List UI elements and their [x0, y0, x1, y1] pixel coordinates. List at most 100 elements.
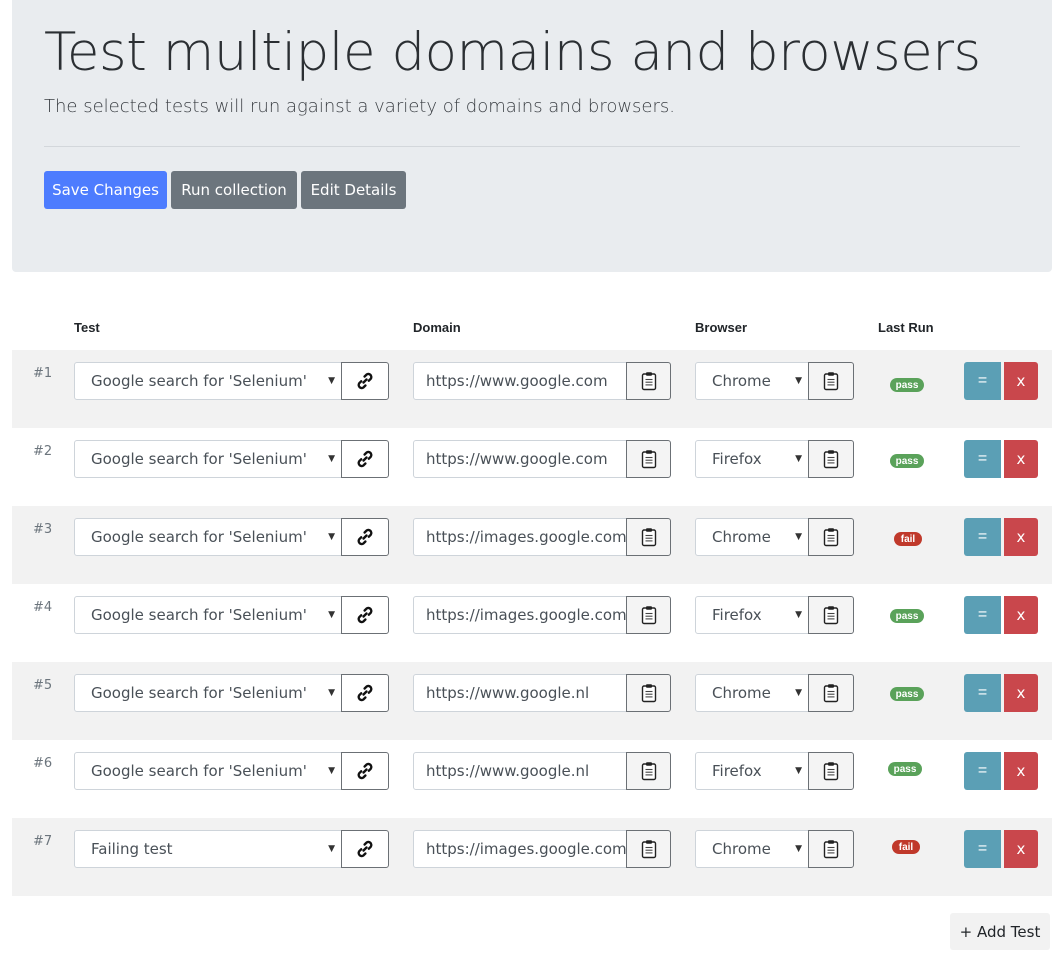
row-number: #7	[33, 834, 53, 849]
link-icon	[355, 683, 375, 703]
delete-row-button[interactable]: x	[1004, 674, 1038, 712]
link-icon	[355, 371, 375, 391]
browser-select[interactable]: Chrome ▼	[695, 674, 809, 712]
copy-domain-button[interactable]	[626, 830, 671, 868]
delete-row-button[interactable]: x	[1004, 518, 1038, 556]
delete-row-button[interactable]: x	[1004, 440, 1038, 478]
reorder-button[interactable]: =	[964, 362, 1001, 400]
save-changes-button[interactable]: Save Changes	[44, 171, 167, 209]
domain-input[interactable]: https://images.google.com	[413, 518, 627, 556]
domain-input[interactable]: https://images.google.com	[413, 596, 627, 634]
open-test-link-button[interactable]	[341, 752, 389, 790]
reorder-button[interactable]: =	[964, 674, 1001, 712]
browser-select[interactable]: Firefox ▼	[695, 440, 809, 478]
reorder-button[interactable]: =	[964, 830, 1001, 868]
clipboard-icon	[823, 683, 839, 703]
browser-select[interactable]: Chrome ▼	[695, 830, 809, 868]
caret-down-icon: ▼	[328, 532, 335, 542]
open-test-link-button[interactable]	[341, 674, 389, 712]
column-header-last-run: Last Run	[878, 320, 934, 335]
page-description: The selected tests will run against a va…	[44, 96, 676, 117]
copy-browser-button[interactable]	[808, 674, 854, 712]
open-test-link-button[interactable]	[341, 440, 389, 478]
caret-down-icon: ▼	[328, 688, 335, 698]
browser-select[interactable]: Chrome ▼	[695, 362, 809, 400]
open-test-link-button[interactable]	[341, 830, 389, 868]
copy-browser-button[interactable]	[808, 596, 854, 634]
caret-down-icon: ▼	[795, 376, 802, 386]
copy-domain-button[interactable]	[626, 518, 671, 556]
domain-input[interactable]: https://www.google.com	[413, 362, 627, 400]
table-row: #3 Google search for 'Selenium' ▼ https://i…	[12, 506, 1052, 584]
open-test-link-button[interactable]	[341, 518, 389, 556]
edit-details-button[interactable]: Edit Details	[301, 171, 406, 209]
copy-browser-button[interactable]	[808, 830, 854, 868]
browser-select-value: Chrome	[712, 684, 771, 702]
clipboard-icon	[641, 839, 657, 859]
test-select[interactable]: Failing test ▼	[74, 830, 342, 868]
domain-input[interactable]: https://www.google.com	[413, 440, 627, 478]
link-icon	[355, 527, 375, 547]
status-badge: pass	[890, 454, 924, 468]
test-select[interactable]: Google search for 'Selenium' ▼	[74, 518, 342, 556]
clipboard-icon	[641, 605, 657, 625]
caret-down-icon: ▼	[328, 376, 335, 386]
reorder-button[interactable]: =	[964, 518, 1001, 556]
browser-select[interactable]: Chrome ▼	[695, 518, 809, 556]
delete-row-button[interactable]: x	[1004, 596, 1038, 634]
domain-input-value: https://www.google.nl	[426, 684, 590, 702]
reorder-button[interactable]: =	[964, 752, 1001, 790]
reorder-button[interactable]: =	[964, 596, 1001, 634]
copy-browser-button[interactable]	[808, 518, 854, 556]
row-number: #1	[33, 366, 53, 381]
copy-browser-button[interactable]	[808, 440, 854, 478]
table-row: #5 Google search for 'Selenium' ▼ https://w…	[12, 662, 1052, 740]
domain-input[interactable]: https://www.google.nl	[413, 752, 627, 790]
delete-row-button[interactable]: x	[1004, 752, 1038, 790]
test-select[interactable]: Google search for 'Selenium' ▼	[74, 752, 342, 790]
copy-browser-button[interactable]	[808, 752, 854, 790]
browser-select[interactable]: Firefox ▼	[695, 596, 809, 634]
clipboard-icon	[823, 527, 839, 547]
copy-domain-button[interactable]	[626, 440, 671, 478]
clipboard-icon	[641, 761, 657, 781]
copy-browser-button[interactable]	[808, 362, 854, 400]
test-select-value: Google search for 'Selenium'	[91, 762, 307, 780]
copy-domain-button[interactable]	[626, 674, 671, 712]
test-select[interactable]: Google search for 'Selenium' ▼	[74, 674, 342, 712]
caret-down-icon: ▼	[795, 454, 802, 464]
test-select-value: Failing test	[91, 840, 173, 858]
status-badge: fail	[892, 840, 920, 854]
domain-input[interactable]: https://www.google.nl	[413, 674, 627, 712]
page-header: Test multiple domains and browsers The s…	[12, 0, 1052, 272]
copy-domain-button[interactable]	[626, 752, 671, 790]
table-row: #7 Failing test ▼ https://images.google.com…	[12, 818, 1052, 896]
test-select-value: Google search for 'Selenium'	[91, 528, 307, 546]
test-select[interactable]: Google search for 'Selenium' ▼	[74, 596, 342, 634]
page-title: Test multiple domains and browsers	[44, 22, 981, 83]
add-test-button[interactable]: + Add Test	[950, 913, 1050, 950]
run-collection-button[interactable]: Run collection	[171, 171, 297, 209]
delete-row-button[interactable]: x	[1004, 830, 1038, 868]
domain-input-value: https://images.google.com	[426, 528, 627, 546]
clipboard-icon	[823, 839, 839, 859]
reorder-button[interactable]: =	[964, 440, 1001, 478]
test-select[interactable]: Google search for 'Selenium' ▼	[74, 362, 342, 400]
status-badge: pass	[888, 762, 922, 776]
copy-domain-button[interactable]	[626, 596, 671, 634]
row-number: #2	[33, 444, 53, 459]
test-select[interactable]: Google search for 'Selenium' ▼	[74, 440, 342, 478]
caret-down-icon: ▼	[328, 610, 335, 620]
caret-down-icon: ▼	[795, 532, 802, 542]
browser-select-value: Firefox	[712, 606, 762, 624]
copy-domain-button[interactable]	[626, 362, 671, 400]
row-number: #4	[33, 600, 53, 615]
browser-select[interactable]: Firefox ▼	[695, 752, 809, 790]
open-test-link-button[interactable]	[341, 596, 389, 634]
domain-input[interactable]: https://images.google.com	[413, 830, 627, 868]
open-test-link-button[interactable]	[341, 362, 389, 400]
browser-select-value: Chrome	[712, 372, 771, 390]
clipboard-icon	[823, 371, 839, 391]
header-divider	[44, 146, 1020, 147]
delete-row-button[interactable]: x	[1004, 362, 1038, 400]
